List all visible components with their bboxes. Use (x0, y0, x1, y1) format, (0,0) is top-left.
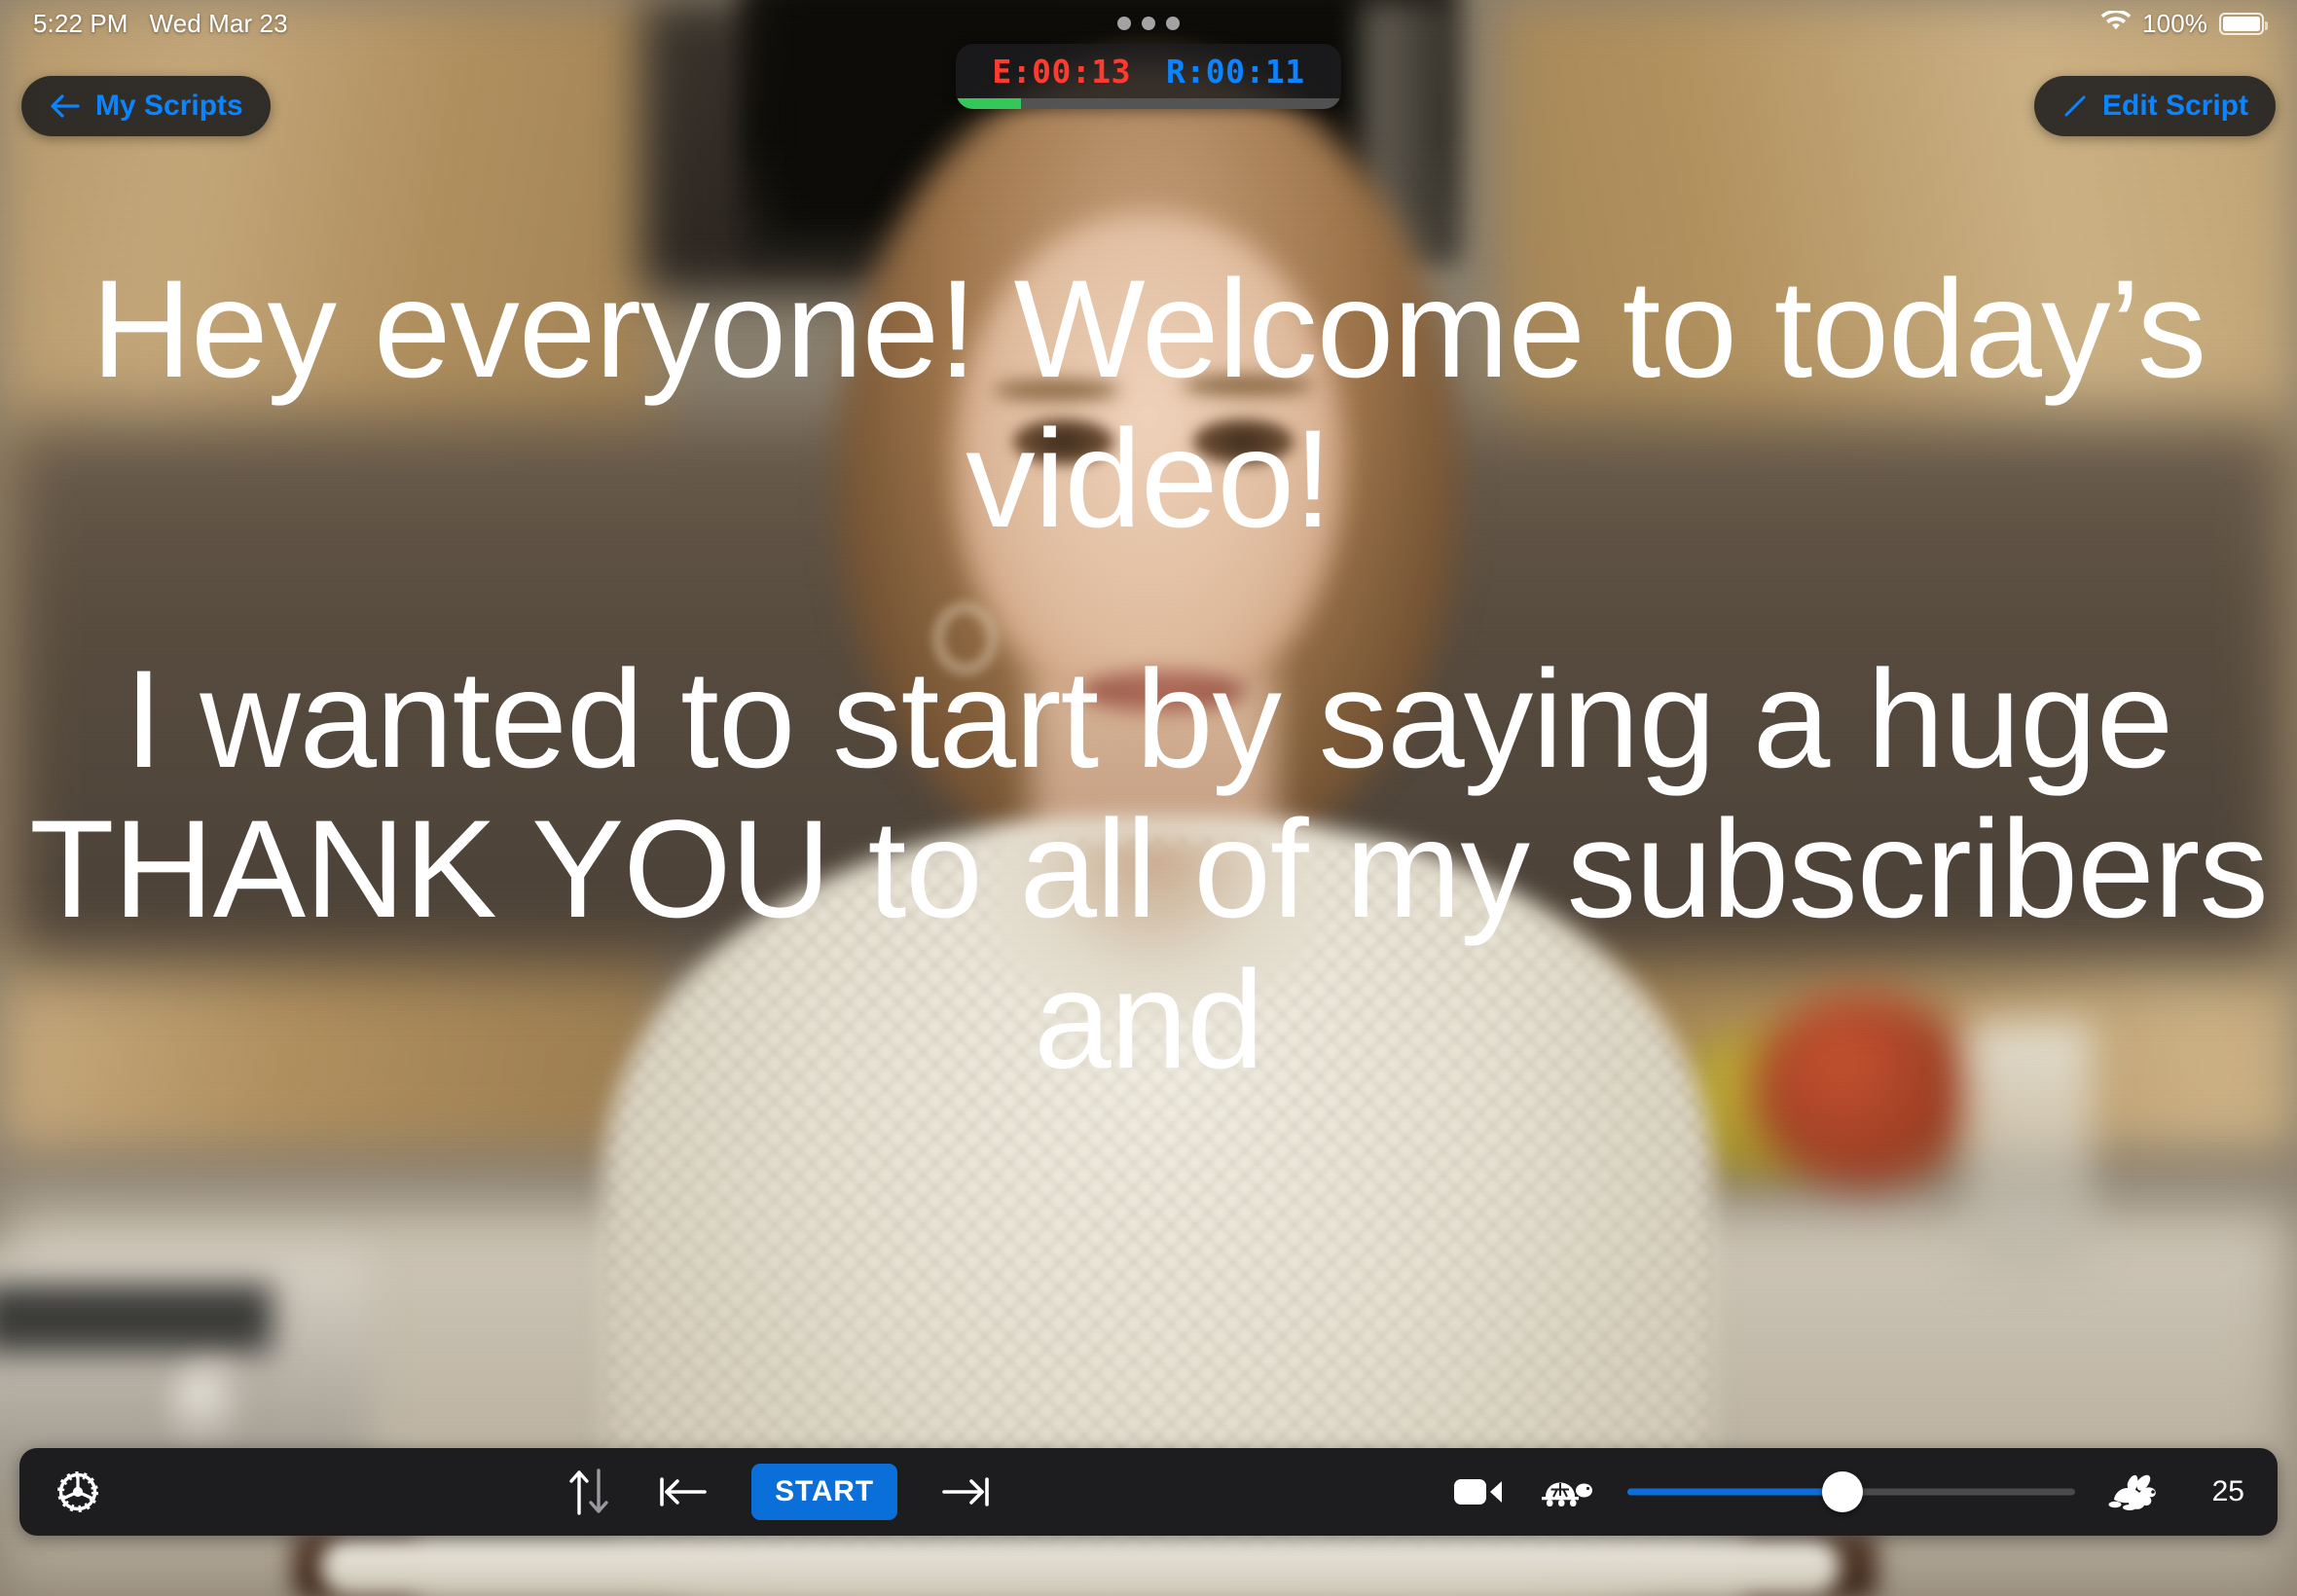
edit-script-button[interactable]: Edit Script (2033, 76, 2276, 136)
arrow-left-icon (49, 91, 82, 121)
start-button[interactable]: START (751, 1464, 897, 1520)
timer-pill[interactable]: E:00:13 R:00:11 (956, 44, 1341, 109)
speed-slider[interactable] (1627, 1471, 2075, 1512)
slider-fill (1627, 1488, 1842, 1496)
gear-icon[interactable] (53, 1467, 103, 1517)
script-paragraph: Hey everyone! Welcome to today’s video! (91, 252, 2206, 558)
teleprompter-scroll-content: Hey everyone! Welcome to today’s video! … (25, 0, 2272, 1096)
teleprompter-app: Hey everyone! Welcome to today’s video! … (0, 0, 2297, 1596)
flip-vertical-arrows-icon[interactable] (563, 1465, 615, 1519)
grabber-dots-icon[interactable] (1117, 17, 1180, 30)
skip-to-start-icon[interactable] (656, 1467, 711, 1517)
status-bar-left: 5:22 PM Wed Mar 23 (33, 9, 288, 39)
pencil-icon (2061, 92, 2089, 120)
skip-to-end-icon[interactable] (938, 1467, 993, 1517)
rabbit-icon[interactable] (2108, 1472, 2165, 1511)
grabber-dot (1166, 17, 1180, 30)
status-date: Wed Mar 23 (149, 8, 288, 38)
back-to-my-scripts-button[interactable]: My Scripts (21, 76, 271, 136)
grabber-dot (1117, 17, 1131, 30)
battery-fill (2223, 16, 2260, 31)
slider-thumb[interactable] (1821, 1471, 1863, 1512)
timer-hud[interactable]: E:00:13 R:00:11 (956, 0, 1341, 109)
bottom-toolbar: START 25 (19, 1448, 2278, 1536)
wifi-icon (2100, 9, 2132, 39)
speed-value-label: 25 (2211, 1475, 2244, 1507)
remaining-time: R:00:11 (1166, 52, 1305, 91)
back-button-label: My Scripts (95, 90, 243, 122)
script-paragraph: I wanted to start by saying a huge THANK… (29, 641, 2269, 1098)
grabber-dot (1142, 17, 1155, 30)
battery-percent-label: 100% (2142, 8, 2207, 38)
toolbar-right-group: 25 (1452, 1471, 2244, 1512)
toolbar-center-group: START (103, 1464, 1452, 1520)
elapsed-time: E:00:13 (992, 52, 1131, 91)
timer-values: E:00:13 R:00:11 (956, 44, 1341, 98)
turtle-icon[interactable] (1538, 1473, 1594, 1510)
timer-progress-track (956, 98, 1341, 109)
battery-full-icon (2219, 12, 2268, 35)
toolbar-left-group (53, 1467, 103, 1517)
status-time: 5:22 PM (33, 8, 128, 38)
timer-progress-fill (956, 98, 1022, 109)
status-bar-right: 100% (2100, 8, 2268, 39)
teleprompter-text-area[interactable]: Hey everyone! Welcome to today’s video! … (0, 0, 2297, 1596)
edit-script-label: Edit Script (2101, 90, 2248, 122)
video-camera-icon[interactable] (1452, 1472, 1505, 1511)
